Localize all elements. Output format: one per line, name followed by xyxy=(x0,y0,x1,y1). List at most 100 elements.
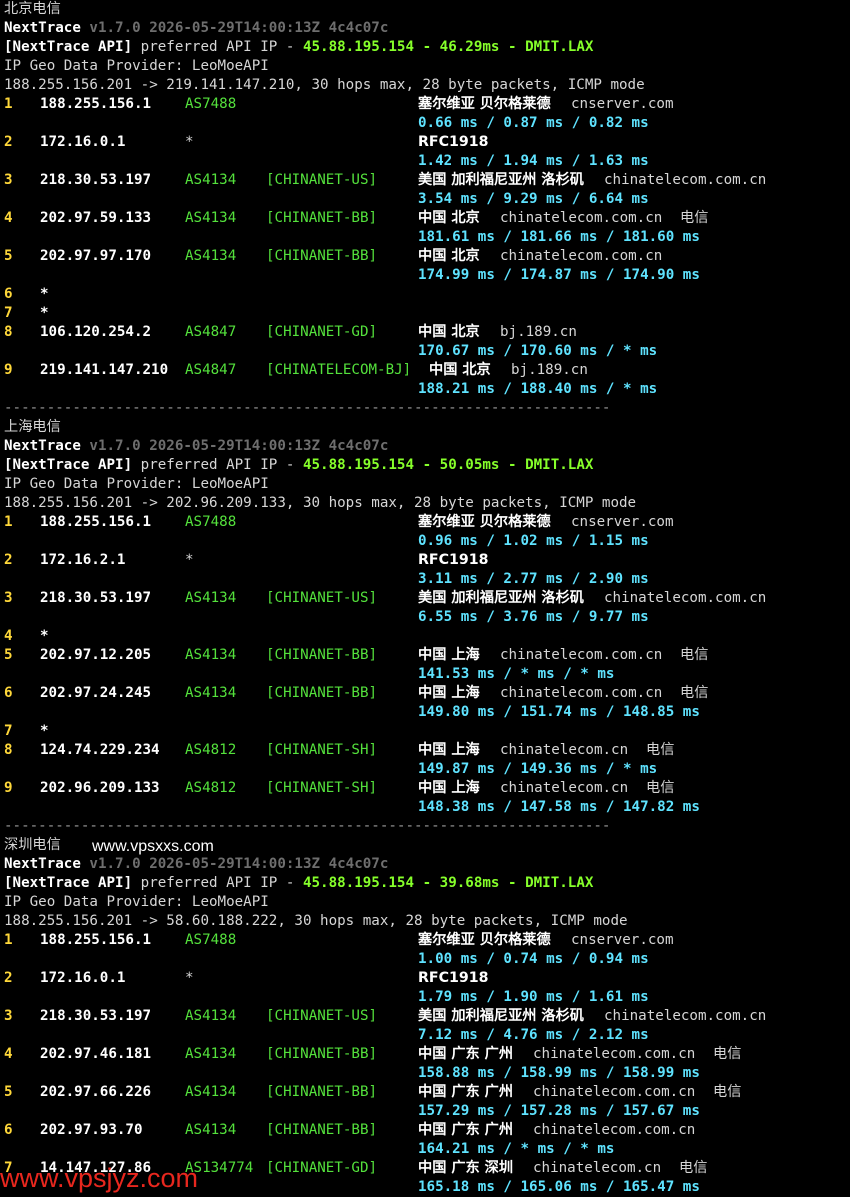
hop-rtt-row: 149.80 ms / 151.74 ms / 148.85 ms xyxy=(4,703,850,722)
hop-row: 8 124.74.229.234 AS4812 [CHINANET-SH] 中国 上海 c… xyxy=(4,741,850,760)
hop-rtt-row: 164.21 ms / * ms / * ms xyxy=(4,1140,850,1159)
hop-rtt-row: 6.55 ms / 3.76 ms / 9.77 ms xyxy=(4,608,850,627)
hop-number: 5 xyxy=(4,248,13,264)
hop-number: 2 xyxy=(4,134,13,150)
hop-number: 1 xyxy=(4,932,13,948)
hop-tag: [CHINANET-GD] xyxy=(266,1160,378,1176)
section-title: 深圳电信 xyxy=(4,837,61,853)
hop-asn: AS7488 xyxy=(185,514,237,530)
app-name: NextTrace xyxy=(4,856,81,872)
trace-header: 188.255.156.201 -> 202.96.209.133, 30 ho… xyxy=(4,495,637,511)
hop-rtt: 6.55 ms / 3.76 ms / 9.77 ms xyxy=(418,609,649,625)
hop-ip: 218.30.53.197 xyxy=(40,1008,152,1024)
hop-rtt: 141.53 ms / * ms / * ms xyxy=(418,666,615,682)
hop-location: RFC1918 xyxy=(418,134,489,150)
separator: ----------------------------------------… xyxy=(4,400,611,416)
hop-row: 2 172.16.2.1 * RFC1918 xyxy=(4,551,850,570)
hop-location: 中国 上海 xyxy=(418,742,480,758)
hop-number: 2 xyxy=(4,552,13,568)
hop-rtt: 158.88 ms / 158.99 ms / 158.99 ms xyxy=(418,1065,700,1081)
hop-isp: 电信 xyxy=(646,742,675,758)
hop-row: 3 218.30.53.197 AS4134 [CHINANET-US] 美国 加利福尼… xyxy=(4,589,850,608)
hop-domain: bj.189.cn xyxy=(500,324,577,340)
hop-location: 中国 上海 xyxy=(418,685,480,701)
hop-location: 中国 广东 深圳 xyxy=(418,1160,514,1176)
geo-provider-line: IP Geo Data Provider: LeoMoeAPI xyxy=(4,475,850,494)
hop-rtt-row: 7.12 ms / 4.76 ms / 2.12 ms xyxy=(4,1026,850,1045)
hop-location: 中国 北京 xyxy=(429,362,491,378)
hop-ip: 188.255.156.1 xyxy=(40,96,152,112)
hop-tag: [CHINANET-US] xyxy=(266,1008,378,1024)
hop-asn: AS4812 xyxy=(185,742,237,758)
hop-isp: 电信 xyxy=(680,210,709,226)
section-heading: 北京电信 xyxy=(4,0,850,19)
hop-rtt-row: 157.29 ms / 157.28 ms / 157.67 ms xyxy=(4,1102,850,1121)
version-line: NextTrace v1.7.0 2026-05-29T14:00:13Z 4c… xyxy=(4,19,850,38)
hop-ip: 188.255.156.1 xyxy=(40,514,152,530)
hop-location: 中国 广东 广州 xyxy=(418,1084,514,1100)
hop-timeout: * xyxy=(40,723,49,739)
hop-row: 5 202.97.12.205 AS4134 [CHINANET-BB] 中国 上海 ch… xyxy=(4,646,850,665)
api-dash: - xyxy=(508,875,517,891)
hop-ip: 202.97.59.133 xyxy=(40,210,152,226)
hop-location: 塞尔维亚 贝尔格莱德 xyxy=(418,96,551,112)
hop-domain: chinatelecom.com.cn xyxy=(500,685,663,701)
hop-rtt: 7.12 ms / 4.76 ms / 2.12 ms xyxy=(418,1027,649,1043)
hop-row: 7 * xyxy=(4,304,850,323)
hop-ip: 124.74.229.234 xyxy=(40,742,160,758)
hop-rtt-row: 3.11 ms / 2.77 ms / 2.90 ms xyxy=(4,570,850,589)
hop-location: 中国 北京 xyxy=(418,324,480,340)
hop-row: 4 202.97.59.133 AS4134 [CHINANET-BB] 中国 北京 ch… xyxy=(4,209,850,228)
hop-rtt-row: 188.21 ms / 188.40 ms / * ms xyxy=(4,380,850,399)
hop-timeout: * xyxy=(40,628,49,644)
hop-tag: [CHINANET-BB] xyxy=(266,1122,378,1138)
hop-row: 6 * xyxy=(4,285,850,304)
watermark-bottom: www.vpsjyz.com xyxy=(0,1163,199,1193)
hop-location: 塞尔维亚 贝尔格莱德 xyxy=(418,514,551,530)
geo-provider: IP Geo Data Provider: LeoMoeAPI xyxy=(4,894,269,910)
api-label: preferred API IP - xyxy=(140,39,295,55)
trace-header: 188.255.156.201 -> 58.60.188.222, 30 hop… xyxy=(4,913,628,929)
section-heading: 上海电信 xyxy=(4,418,850,437)
hop-asn: AS4134 xyxy=(185,647,237,663)
hop-asn: AS4847 xyxy=(185,324,237,340)
api-dash: - xyxy=(508,39,517,55)
hop-asn: AS4134 xyxy=(185,590,237,606)
hop-timeout: * xyxy=(40,305,49,321)
hop-rtt-row: 158.88 ms / 158.99 ms / 158.99 ms xyxy=(4,1064,850,1083)
hop-ip: 188.255.156.1 xyxy=(40,932,152,948)
api-node: DMIT.LAX xyxy=(525,875,594,891)
hop-asn: AS4134 xyxy=(185,172,237,188)
hop-rtt: 157.29 ms / 157.28 ms / 157.67 ms xyxy=(418,1103,700,1119)
hop-asn: AS4134 xyxy=(185,210,237,226)
hop-rtt: 165.18 ms / 165.06 ms / 165.47 ms xyxy=(418,1179,700,1195)
hop-asn: AS4847 xyxy=(185,362,237,378)
api-line: [NextTrace API] preferred API IP - 45.88… xyxy=(4,874,850,893)
api-line: [NextTrace API] preferred API IP - 45.88… xyxy=(4,456,850,475)
api-label: preferred API IP - xyxy=(140,457,295,473)
hop-number: 3 xyxy=(4,172,13,188)
hop-rtt: 1.00 ms / 0.74 ms / 0.94 ms xyxy=(418,951,649,967)
hop-rtt: 3.54 ms / 9.29 ms / 6.64 ms xyxy=(418,191,649,207)
hop-number: 5 xyxy=(4,647,13,663)
hop-number: 9 xyxy=(4,362,13,378)
hop-number: 1 xyxy=(4,514,13,530)
hop-location: 美国 加利福尼亚州 洛杉矶 xyxy=(418,590,584,606)
hop-tag: [CHINATELECOM-BJ] xyxy=(266,362,412,378)
hop-row: 9 219.141.147.210 AS4847 [CHINATELECOM-BJ] 中… xyxy=(4,361,850,380)
hop-rtt: 0.66 ms / 0.87 ms / 0.82 ms xyxy=(418,115,649,131)
hop-row: 9 202.96.209.133 AS4812 [CHINANET-SH] 中国 上海 c… xyxy=(4,779,850,798)
hop-rtt: 0.96 ms / 1.02 ms / 1.15 ms xyxy=(418,533,649,549)
hop-rtt: 149.87 ms / 149.36 ms / * ms xyxy=(418,761,658,777)
hop-isp: 电信 xyxy=(680,685,709,701)
hop-rtt-row: 170.67 ms / 170.60 ms / * ms xyxy=(4,342,850,361)
hop-row: 2 172.16.0.1 * RFC1918 xyxy=(4,969,850,988)
hop-row: 2 172.16.0.1 * RFC1918 xyxy=(4,133,850,152)
hop-rtt: 148.38 ms / 147.58 ms / 147.82 ms xyxy=(418,799,700,815)
hop-row: 6 202.97.24.245 AS4134 [CHINANET-BB] 中国 上海 ch… xyxy=(4,684,850,703)
hop-asn: * xyxy=(185,552,194,568)
api-ip: 45.88.195.154 xyxy=(302,457,415,473)
hop-domain: chinatelecom.com.cn xyxy=(604,172,767,188)
hop-rtt: 1.79 ms / 1.90 ms / 1.61 ms xyxy=(418,989,649,1005)
hop-row: 6 202.97.93.70 AS4134 [CHINANET-BB] 中国 广东 广州… xyxy=(4,1121,850,1140)
